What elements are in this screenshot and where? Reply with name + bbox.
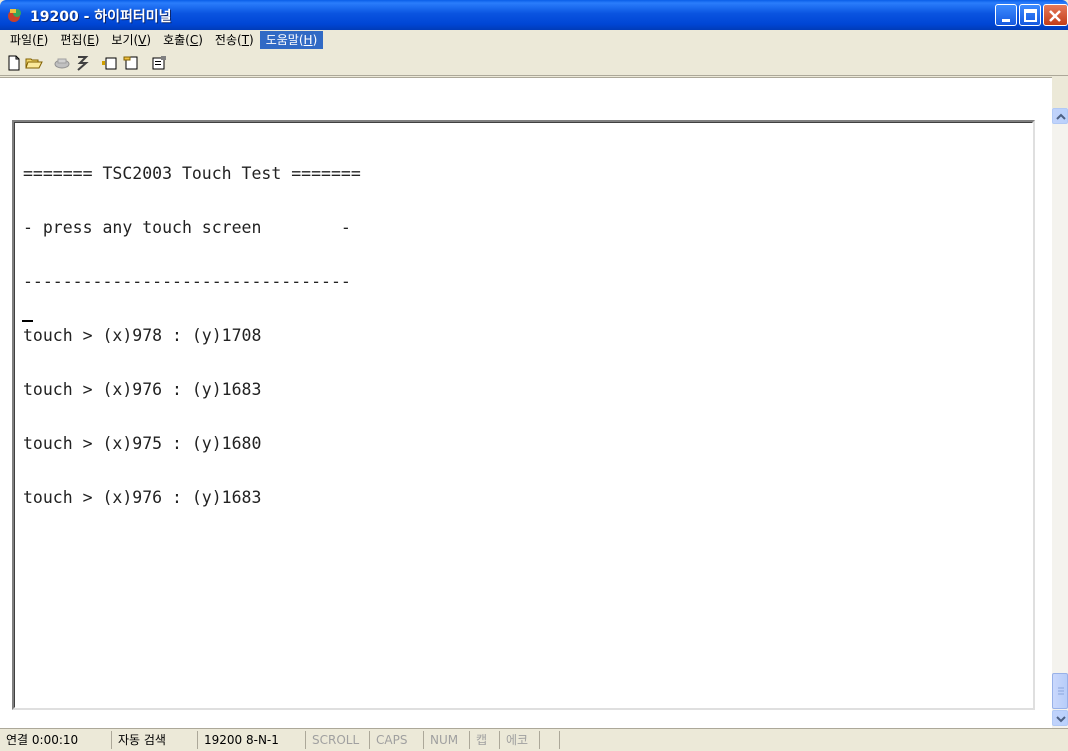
menu-file[interactable]: 파일(F) bbox=[4, 31, 54, 49]
disconnect-icon[interactable] bbox=[72, 54, 92, 72]
menu-edit[interactable]: 편집(E) bbox=[54, 31, 105, 49]
terminal-window[interactable]: ======= TSC2003 Touch Test ======= - pre… bbox=[12, 120, 1035, 710]
status-num: NUM bbox=[424, 731, 470, 749]
menu-bar: 파일(F) 편집(E) 보기(V) 호출(C) 전송(T) 도움말(H) bbox=[0, 30, 1068, 50]
maximize-button[interactable] bbox=[1019, 4, 1041, 26]
window-title: 19200 - 하이퍼터미널 bbox=[30, 9, 172, 25]
grip-icon bbox=[1058, 687, 1064, 695]
status-scroll: SCROLL bbox=[306, 731, 370, 749]
status-settings: 19200 8-N-1 bbox=[198, 731, 306, 749]
receive-icon[interactable] bbox=[122, 54, 142, 72]
vertical-scrollbar[interactable] bbox=[1052, 108, 1068, 728]
connect-icon[interactable] bbox=[52, 54, 72, 72]
close-icon bbox=[1049, 10, 1061, 22]
minimize-icon bbox=[1002, 19, 1010, 22]
minimize-button[interactable] bbox=[995, 4, 1017, 26]
menu-help[interactable]: 도움말(H) bbox=[259, 31, 324, 49]
menu-call[interactable]: 호출(C) bbox=[157, 31, 209, 49]
maximize-icon bbox=[1024, 9, 1037, 22]
terminal-line: - press any touch screen - bbox=[23, 218, 351, 237]
chevron-up-icon bbox=[1056, 113, 1066, 120]
menu-transfer[interactable]: 전송(T) bbox=[209, 31, 260, 49]
hyperterminal-app-icon[interactable] bbox=[6, 6, 24, 24]
scroll-thumb[interactable] bbox=[1052, 673, 1068, 709]
status-bar: 연결 0:00:10 자동 검색 19200 8-N-1 SCROLL CAPS… bbox=[0, 728, 1068, 751]
scroll-up-button[interactable] bbox=[1052, 108, 1068, 124]
scroll-down-button[interactable] bbox=[1052, 710, 1068, 726]
status-echo: 에코 bbox=[500, 731, 540, 749]
new-icon[interactable] bbox=[4, 54, 24, 72]
status-empty bbox=[540, 731, 560, 749]
terminal-line: touch > (x)976 : (y)1683 bbox=[23, 380, 262, 399]
title-bar[interactable]: 19200 - 하이퍼터미널 bbox=[0, 0, 1068, 30]
terminal-line: ======= TSC2003 Touch Test ======= bbox=[23, 164, 361, 183]
terminal-output: ======= TSC2003 Touch Test ======= - pre… bbox=[23, 129, 361, 543]
terminal-line: --------------------------------- bbox=[23, 272, 351, 291]
send-icon[interactable] bbox=[100, 54, 120, 72]
toolbar bbox=[0, 50, 1068, 76]
status-detect: 자동 검색 bbox=[112, 731, 198, 749]
properties-icon[interactable] bbox=[150, 54, 170, 72]
status-connected-time: 연결 0:00:10 bbox=[0, 731, 112, 749]
status-capture: 캡 bbox=[470, 731, 500, 749]
status-caps: CAPS bbox=[370, 731, 424, 749]
menu-view[interactable]: 보기(V) bbox=[105, 31, 157, 49]
close-button[interactable] bbox=[1043, 4, 1068, 26]
terminal-cursor bbox=[22, 320, 33, 322]
terminal-line: touch > (x)976 : (y)1683 bbox=[23, 488, 262, 507]
terminal-line: touch > (x)975 : (y)1680 bbox=[23, 434, 262, 453]
chevron-down-icon bbox=[1056, 716, 1066, 723]
terminal-line: touch > (x)978 : (y)1708 bbox=[23, 326, 262, 345]
open-icon[interactable] bbox=[24, 54, 44, 72]
